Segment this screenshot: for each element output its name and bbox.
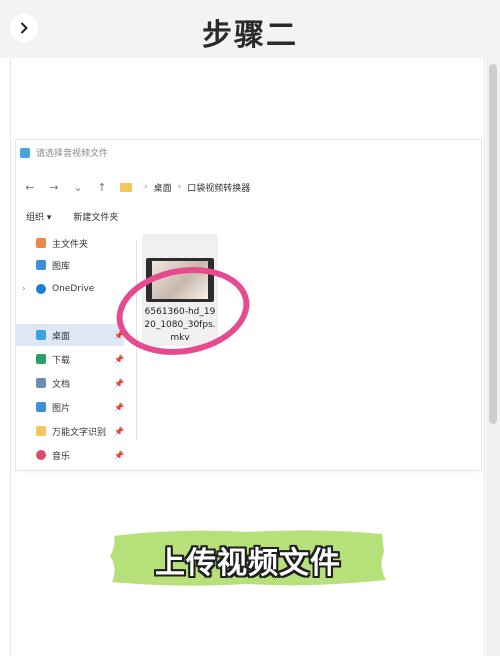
pin-icon: 📌 [114, 402, 124, 412]
sidebar-item[interactable]: 下载 📌 [16, 348, 124, 370]
cloud-icon [36, 284, 46, 294]
download-icon [36, 354, 46, 364]
sidebar-item-label: 音乐 [52, 451, 71, 462]
back-arrow-icon[interactable]: ← [18, 181, 42, 194]
sidebar-item-label: 图库 [52, 261, 71, 272]
chevron-right-icon[interactable]: › [22, 284, 26, 294]
sidebar-item[interactable]: 主文件夹 [16, 232, 124, 254]
home-icon [36, 238, 46, 248]
sidebar-item[interactable]: 图库 [16, 254, 124, 276]
sidebar-item-label: 万能文字识别 [52, 427, 107, 438]
folder-icon [120, 182, 132, 192]
dialog-toolbar: 组织 ▾ 新建文件夹 [26, 210, 118, 223]
forward-arrow-icon[interactable]: → [42, 181, 66, 194]
chevron-right-icon: › [144, 182, 148, 192]
sidebar-item[interactable]: 万能文字识别 📌 [16, 420, 124, 442]
dialog-title-bar: 请选择音视频文件 [20, 146, 108, 159]
music-icon [36, 450, 46, 460]
banner-text: 上传视频文件 [155, 546, 341, 581]
document-icon [36, 378, 46, 388]
desktop-icon [36, 330, 46, 340]
up-arrow-icon[interactable]: ↑ [90, 181, 114, 194]
sidebar-item-label: OneDrive [52, 284, 95, 294]
sidebar-item[interactable]: 桌面 📌 [16, 324, 124, 346]
pin-icon: 📌 [114, 354, 124, 364]
folder-icon [36, 426, 46, 436]
scrollbar-thumb[interactable] [489, 64, 497, 424]
sidebar-item[interactable]: 音乐 📌 [16, 444, 124, 466]
new-folder-button[interactable]: 新建文件夹 [73, 210, 118, 223]
organize-button[interactable]: 组织 ▾ [26, 210, 51, 223]
pin-icon: 📌 [114, 450, 124, 460]
gallery-icon [36, 260, 46, 270]
sidebar-item-label: 图片 [52, 403, 71, 414]
sidebar-item-label: 文档 [52, 379, 71, 390]
breadcrumb-current-folder[interactable]: 口袋视频转换器 [187, 181, 250, 194]
step-banner: 上传视频文件 [108, 526, 388, 588]
page-title: 步骤二 [202, 18, 298, 53]
address-bar: ← → ⌄ ↑ › 桌面 › 口袋视频转换器 [16, 176, 481, 198]
pin-icon: 📌 [114, 426, 124, 436]
sidebar-item-label: 主文件夹 [52, 239, 89, 250]
sidebar-item-label: 桌面 [52, 331, 71, 342]
chevron-down-icon[interactable]: ⌄ [66, 181, 90, 194]
sidebar-item-label: 下载 [52, 355, 71, 366]
chevron-right-icon: › [177, 182, 182, 192]
picture-icon [36, 402, 46, 412]
sidebar-item[interactable]: › OneDrive [16, 278, 124, 300]
breadcrumb-desktop[interactable]: 桌面 [154, 181, 172, 194]
sidebar-item[interactable]: 文档 📌 [16, 372, 124, 394]
pin-icon: 📌 [114, 378, 124, 388]
sidebar-item[interactable]: 图片 📌 [16, 396, 124, 418]
app-icon [20, 147, 30, 158]
navigation-pane: 主文件夹 图库 › OneDrive 桌面 📌 下载 📌 文档 📌 图片 📌 万能文字识别 📌 音乐 📌 [16, 232, 128, 464]
scrollbar[interactable] [486, 58, 500, 656]
dialog-title: 请选择音视频文件 [36, 149, 109, 159]
top-bar: 步骤二 [0, 0, 500, 58]
